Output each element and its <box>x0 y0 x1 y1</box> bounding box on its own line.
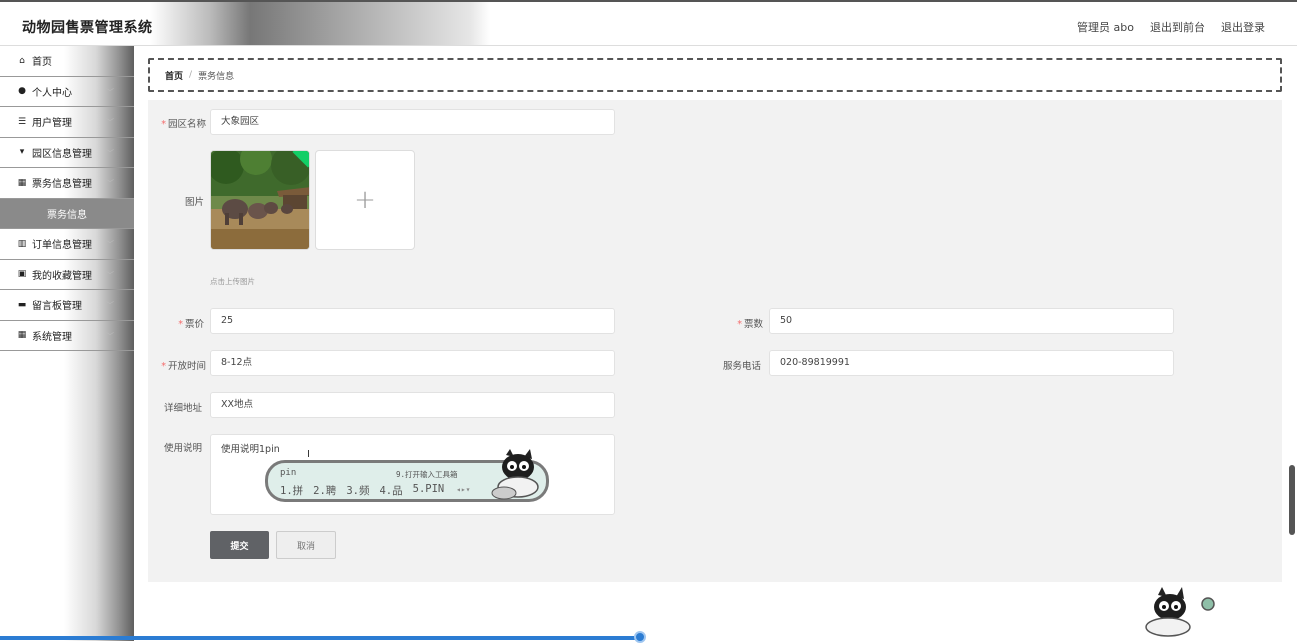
sidebar-item-label: 订单信息管理 <box>32 240 92 252</box>
monitor-icon: ▬ <box>17 299 27 310</box>
submit-button[interactable]: 提交 <box>210 531 269 559</box>
ime-candidate[interactable]: 5.PIN <box>413 483 445 498</box>
sidebar-item-label: 我的收藏管理 <box>32 270 92 282</box>
sidebar-item-1[interactable]: ● 个人中心 ﹀ <box>0 77 134 107</box>
chevron-down-icon: ﹀ <box>106 179 114 188</box>
usage-label: 使用说明 <box>163 443 202 454</box>
ime-cat-mascot-icon <box>491 449 539 500</box>
park-name-label: * 园区名称 <box>161 119 206 130</box>
sidebar-item-2[interactable]: ☰ 用户管理 ﹀ <box>0 107 134 138</box>
chevron-down-icon: ﹀ <box>106 240 114 249</box>
grid-icon: ▦ <box>17 330 27 341</box>
sidebar-item-label: 系统管理 <box>32 331 72 343</box>
header-actions: 管理员 abo 退出到前台 退出登录 <box>1077 19 1265 35</box>
ime-pinyin-input: pin <box>280 468 297 478</box>
admin-user-label: 管理员 abo <box>1077 21 1134 34</box>
breadcrumb-separator: / <box>189 70 193 80</box>
ticket-form: * 园区名称 大象园区 图片 + 点击上传图片 * 票价 25 * 票数 50 * 开放… <box>148 100 1282 582</box>
chevron-down-icon: ﹀ <box>106 148 114 158</box>
sidebar-item-label: 首页 <box>32 57 52 69</box>
sidebar-subitem-5[interactable]: 票务信息 <box>0 198 134 229</box>
ime-candidates: 1.拼 2.聘 3.频 4.品 5.PIN <box>280 483 444 498</box>
upload-tip: 点击上传图片 <box>210 277 255 286</box>
chevron-down-icon: ﹀ <box>106 118 114 127</box>
grid-icon: ▦ <box>17 177 27 188</box>
app-title: 动物园售票管理系统 <box>22 20 153 36</box>
phone-input[interactable]: 020-89819991 <box>769 350 1174 376</box>
floating-cat-mascot-icon[interactable] <box>1140 585 1220 637</box>
user-icon: ● <box>18 86 26 97</box>
clipboard-icon: ▣ <box>17 269 27 280</box>
sidebar-item-label: 用户管理 <box>32 118 72 130</box>
sidebar-item-label: 个人中心 <box>32 87 72 99</box>
count-input[interactable]: 50 <box>769 308 1174 334</box>
sidebar-item-0[interactable]: ⌂ 首页 <box>0 46 134 77</box>
ime-candidate[interactable]: 1.拼 <box>280 483 303 498</box>
sidebar-item-label: 留言板管理 <box>32 301 82 313</box>
breadcrumb-home[interactable]: 首页 <box>165 69 183 82</box>
breadcrumb: 首页 / 票务信息 <box>148 58 1282 92</box>
chevron-down-icon: ﹀ <box>106 87 114 97</box>
sidebar-item-label: 票务信息管理 <box>32 179 92 191</box>
park-name-input[interactable]: 大象园区 <box>210 109 615 135</box>
sidebar-item-9[interactable]: ▦ 系统管理 ﹀ <box>0 321 134 351</box>
top-header: 动物园售票管理系统 管理员 abo 退出到前台 退出登录 <box>0 0 1297 46</box>
sidebar-item-4[interactable]: ▦ 票务信息管理 ﹀ <box>0 168 134 199</box>
sidebar-item-8[interactable]: ▬ 留言板管理 ﹀ <box>0 290 134 321</box>
sidebar-item-7[interactable]: ▣ 我的收藏管理 ﹀ <box>0 260 134 290</box>
chevron-down-icon: ﹀ <box>106 270 114 280</box>
sidebar-item-label: 票务信息 <box>47 209 87 221</box>
ime-page-arrows-icon[interactable]: ◂▸▾ <box>456 485 470 494</box>
horizontal-scroll-handle[interactable] <box>634 631 646 643</box>
hours-label: * 开放时间 <box>161 361 206 372</box>
price-input[interactable]: 25 <box>210 308 615 334</box>
ime-candidate[interactable]: 4.品 <box>379 483 402 498</box>
count-label: * 票数 <box>737 319 763 330</box>
chevron-down-icon: ﹀ <box>106 331 114 341</box>
phone-label: 服务电话 <box>722 361 761 372</box>
plus-icon: + <box>354 185 376 215</box>
sidebar-item-6[interactable]: ▥ 订单信息管理 ﹀ <box>0 229 134 260</box>
horizontal-scrollbar[interactable] <box>0 636 640 640</box>
text-cursor-icon: Ⅰ <box>307 449 310 460</box>
bar-chart-icon: ▥ <box>17 238 27 249</box>
chevron-down-icon: ﹀ <box>106 301 114 310</box>
cancel-button[interactable]: 取消 <box>276 531 336 559</box>
menu-icon: ☰ <box>17 116 27 127</box>
image-label: 图片 <box>184 197 204 208</box>
hours-input[interactable]: 8-12点 <box>210 350 615 376</box>
address-input[interactable]: XX地点 <box>210 392 615 418</box>
uploaded-image[interactable] <box>210 150 310 250</box>
back-to-front-link[interactable]: 退出到前台 <box>1150 19 1205 35</box>
upload-add-button[interactable]: + <box>315 150 415 250</box>
elephant-photo <box>211 151 309 249</box>
ime-candidate[interactable]: 2.聘 <box>313 483 336 498</box>
flag-icon: ▾ <box>19 147 25 158</box>
address-label: 详细地址 <box>163 403 202 414</box>
breadcrumb-current: 票务信息 <box>198 71 235 82</box>
sidebar: ⌂ 首页 ● 个人中心 ﹀ ☰ 用户管理 ﹀ ▾ 园区信息管理 ﹀ ▦ 票务信息管理 ﹀ 票务信息 ▥ 订单信息… <box>0 46 134 641</box>
sidebar-item-3[interactable]: ▾ 园区信息管理 ﹀ <box>0 138 134 168</box>
sidebar-item-label: 园区信息管理 <box>32 148 92 160</box>
ime-toolbox-tip[interactable]: 9.打开输入工具箱 <box>396 469 458 480</box>
vertical-scrollbar[interactable] <box>1289 465 1295 535</box>
price-label: * 票价 <box>178 319 204 330</box>
ime-candidate-popup: pin 9.打开输入工具箱 1.拼 2.聘 3.频 4.品 5.PIN ◂▸▾ <box>265 449 549 502</box>
ime-candidate[interactable]: 3.频 <box>346 483 369 498</box>
home-icon: ⌂ <box>19 55 25 66</box>
logout-link[interactable]: 退出登录 <box>1221 19 1265 35</box>
